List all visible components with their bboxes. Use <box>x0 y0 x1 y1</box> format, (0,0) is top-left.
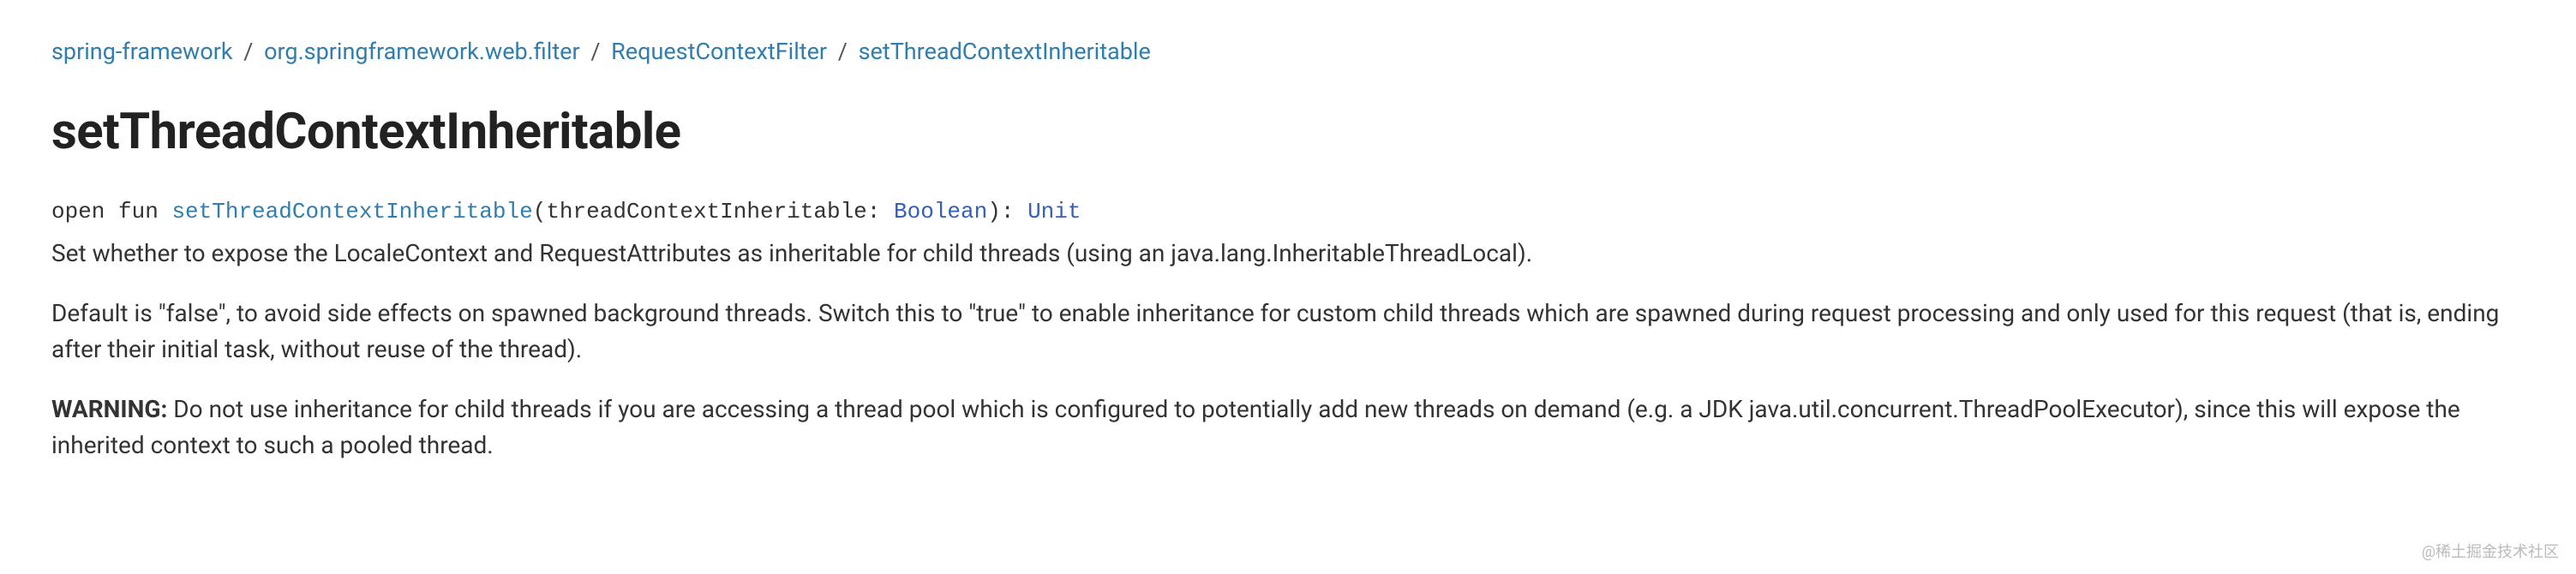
method-signature: open fun setThreadContextInheritable(thr… <box>51 195 2525 229</box>
signature-param-sep: : <box>867 199 894 224</box>
signature-modifiers: open fun <box>51 199 171 224</box>
signature-param-type: Boolean <box>894 199 987 224</box>
description-paragraph-2: Default is "false", to avoid side effect… <box>51 296 2525 368</box>
breadcrumb: spring-framework / org.springframework.w… <box>51 34 2525 69</box>
page-title: setThreadContextInheritable <box>51 95 2525 170</box>
description-paragraph-warning: WARNING: Do not use inheritance for chil… <box>51 392 2525 463</box>
breadcrumb-separator: / <box>590 38 600 65</box>
signature-method-name: setThreadContextInheritable <box>171 199 532 224</box>
signature-paren-open: ( <box>533 199 547 224</box>
breadcrumb-link-class[interactable]: RequestContextFilter <box>611 38 827 65</box>
breadcrumb-link-method[interactable]: setThreadContextInheritable <box>859 38 1151 65</box>
description-paragraph-1: Set whether to expose the LocaleContext … <box>51 236 2525 272</box>
signature-param-name: threadContextInheritable <box>546 199 866 224</box>
signature-return-type: Unit <box>1027 199 1081 224</box>
warning-text: Do not use inheritance for child threads… <box>51 395 2460 459</box>
warning-label: WARNING: <box>51 395 167 423</box>
breadcrumb-separator: / <box>243 38 253 65</box>
signature-return-sep: : <box>1001 199 1027 224</box>
breadcrumb-link-root[interactable]: spring-framework <box>51 38 233 65</box>
watermark: @稀土掘金技术社区 <box>2422 541 2559 564</box>
breadcrumb-separator: / <box>838 38 848 65</box>
signature-paren-close: ) <box>987 199 1001 224</box>
breadcrumb-link-package[interactable]: org.springframework.web.filter <box>264 38 580 65</box>
